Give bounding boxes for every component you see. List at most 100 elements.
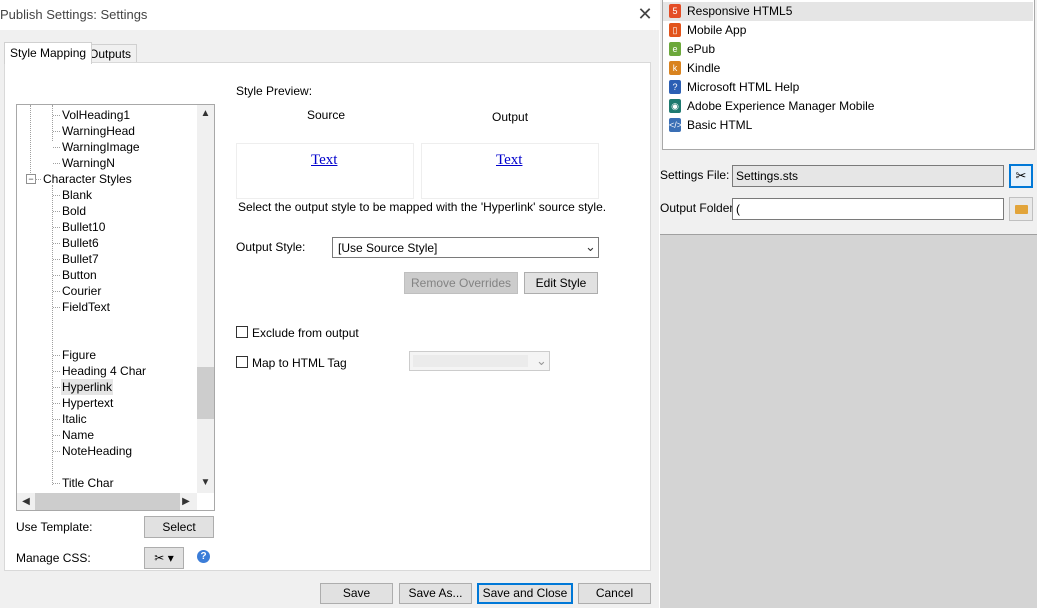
horizontal-scroll-thumb[interactable]: [35, 493, 180, 510]
save-and-close-button[interactable]: Save and Close: [477, 583, 573, 604]
tree-connector: [53, 243, 60, 244]
output-format-item[interactable]: e ePub: [663, 40, 1033, 59]
tree-horizontal-scrollbar[interactable]: ◀ ▶: [17, 493, 197, 510]
tree-item[interactable]: Title Char: [61, 475, 115, 491]
tree-item[interactable]: Bullet7: [61, 251, 100, 267]
tree-item[interactable]: Italic: [61, 411, 88, 427]
output-format-label: Responsive HTML5: [687, 4, 793, 18]
tree-connector: [53, 291, 60, 292]
exclude-from-output-label: Exclude from output: [252, 326, 359, 340]
output-format-item[interactable]: </> Basic HTML: [663, 116, 1033, 135]
scroll-up-icon[interactable]: ▲: [197, 107, 214, 121]
tree-connector: [53, 371, 60, 372]
style-preview-heading: Style Preview:: [236, 84, 313, 98]
cancel-button[interactable]: Cancel: [578, 583, 651, 604]
tree-item[interactable]: Figure: [61, 347, 97, 363]
tree-connector: [53, 419, 60, 420]
tree-connector: [53, 387, 60, 388]
select-template-button[interactable]: Select: [144, 516, 214, 538]
tree-item[interactable]: WarningN: [61, 155, 116, 171]
manage-css-button[interactable]: ✂ ▾: [144, 547, 184, 569]
tree-group[interactable]: Character Styles: [42, 171, 133, 187]
edit-style-button[interactable]: Edit Style: [524, 272, 598, 294]
save-as-button[interactable]: Save As...: [399, 583, 472, 604]
help-icon[interactable]: ?: [197, 550, 210, 563]
output-format-item[interactable]: k Kindle: [663, 59, 1033, 78]
output-preview: Text: [421, 143, 599, 199]
close-icon[interactable]: ✕: [634, 2, 656, 26]
tree-item[interactable]: Name: [61, 427, 95, 443]
source-label: Source: [307, 108, 346, 122]
tree-connector: [53, 435, 60, 436]
tree-item[interactable]: WarningImage: [61, 139, 141, 155]
scroll-right-icon[interactable]: ▶: [179, 493, 193, 510]
tree-item[interactable]: WarningHead: [61, 123, 136, 139]
output-folder-field[interactable]: (: [732, 198, 1004, 220]
tree-connector: [53, 131, 60, 132]
tree-connector: [53, 147, 60, 148]
manage-css-label: Manage CSS:: [16, 551, 91, 565]
browse-folder-button[interactable]: [1009, 197, 1033, 221]
html-help-icon: ?: [669, 80, 681, 94]
tree-item: [61, 331, 63, 347]
dialog-titlebar: Publish Settings: Settings ✕: [0, 0, 659, 30]
output-label: Output: [492, 110, 529, 124]
tree-item[interactable]: Bold: [61, 203, 87, 219]
tree-connector: [52, 185, 53, 485]
save-button[interactable]: Save: [320, 583, 393, 604]
vertical-scroll-thumb[interactable]: [197, 367, 214, 419]
map-to-html-tag-checkbox[interactable]: [236, 356, 248, 368]
tree-item[interactable]: Bullet6: [61, 235, 100, 251]
tree-connector: [53, 355, 60, 356]
style-tree[interactable]: − VolHeading1 WarningHead WarningImage Warn…: [16, 104, 215, 511]
aem-mobile-icon: ◉: [669, 99, 681, 113]
output-folder-label: Output Folder:: [660, 201, 737, 215]
tree-connector: [53, 275, 60, 276]
tree-item: [61, 315, 63, 331]
edit-settings-icon[interactable]: ✂: [1009, 164, 1033, 188]
tree-connector: [53, 163, 60, 164]
output-format-label: Kindle: [687, 61, 721, 75]
tree-item[interactable]: FieldText: [61, 299, 111, 315]
scroll-left-icon[interactable]: ◀: [19, 493, 33, 510]
tree-item[interactable]: NoteHeading: [61, 443, 133, 459]
tree-item[interactable]: Blank: [61, 187, 93, 203]
chevron-down-icon: ⌄: [536, 353, 547, 368]
tree-connector: [53, 195, 60, 196]
output-style-value: [Use Source Style]: [338, 241, 438, 255]
tree-item[interactable]: Bullet10: [61, 219, 106, 235]
tree-connector: [53, 211, 60, 212]
settings-file-label: Settings File:: [660, 168, 730, 182]
output-format-item[interactable]: ▯ Mobile App: [663, 21, 1033, 40]
tree-connector: [53, 115, 60, 116]
output-format-item[interactable]: 5 Responsive HTML5: [663, 2, 1033, 21]
publish-settings-dialog: Publish Settings: Settings ✕ Style Mappi…: [0, 0, 659, 608]
empty-workspace: [660, 235, 1037, 608]
remove-overrides-button[interactable]: Remove Overrides: [404, 272, 518, 294]
output-format-item[interactable]: ◉ Adobe Experience Manager Mobile: [663, 97, 1033, 116]
tree-item[interactable]: Courier: [61, 283, 102, 299]
tree-item[interactable]: Hypertext: [61, 395, 114, 411]
tree-item[interactable]: VolHeading1: [61, 107, 131, 123]
output-style-select[interactable]: [Use Source Style] ⌄: [332, 237, 599, 258]
tree-vertical-scrollbar[interactable]: ▲ ▼: [197, 105, 214, 493]
output-format-label: Mobile App: [687, 23, 747, 37]
output-folder-value: (: [736, 202, 740, 216]
tree-connector: [35, 179, 41, 180]
html5-icon: 5: [669, 4, 681, 18]
scroll-down-icon[interactable]: ▼: [197, 476, 214, 490]
tree-item[interactable]: Heading 4 Char: [61, 363, 147, 379]
use-template-label: Use Template:: [16, 520, 93, 534]
output-formats-list[interactable]: 5 Responsive HTML5 ▯ Mobile App e ePub k Kindle…: [662, 0, 1035, 150]
kindle-icon: k: [669, 61, 681, 75]
exclude-from-output-checkbox[interactable]: [236, 326, 248, 338]
html-tag-select[interactable]: ⌄: [409, 351, 550, 371]
tree-connector: [53, 483, 60, 484]
tree-item[interactable]: Hyperlink: [61, 379, 114, 395]
tab-style-mapping[interactable]: Style Mapping: [4, 42, 93, 64]
dialog-title: Publish Settings: Settings: [0, 7, 148, 22]
output-format-label: Microsoft HTML Help: [687, 80, 800, 94]
output-format-item[interactable]: ? Microsoft HTML Help: [663, 78, 1033, 97]
tree-item[interactable]: Button: [61, 267, 98, 283]
settings-file-field[interactable]: Settings.sts: [732, 165, 1004, 187]
